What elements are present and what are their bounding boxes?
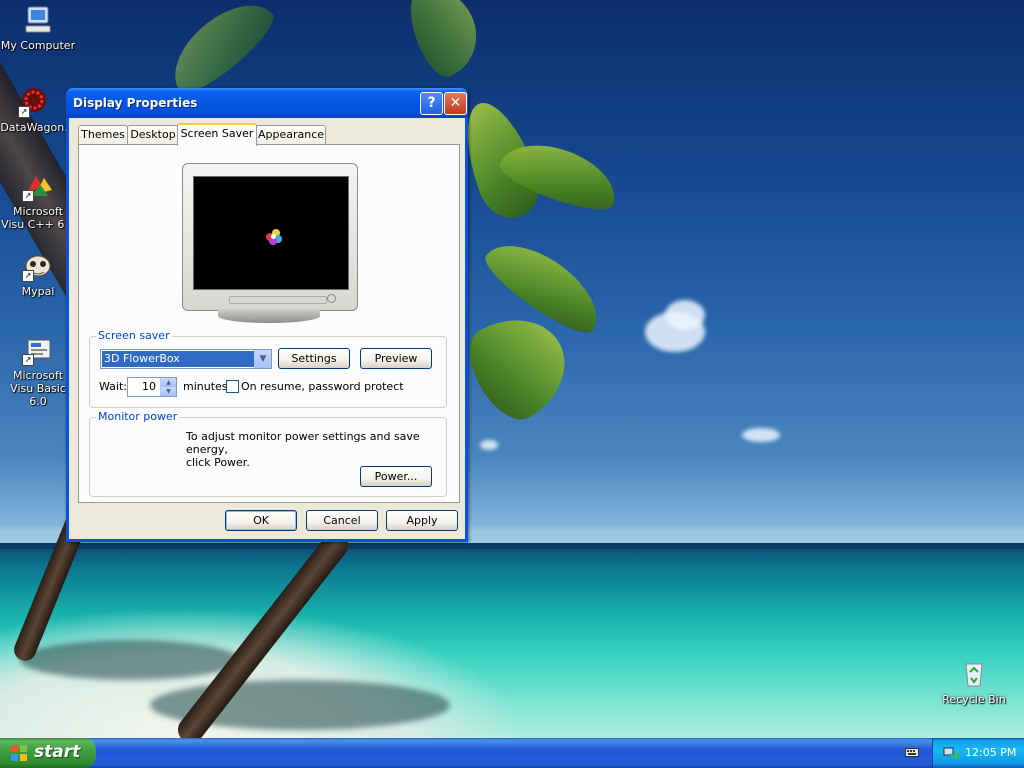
cloud: [665, 300, 705, 330]
shortcut-arrow-icon: ↗: [22, 190, 34, 202]
datawagon-icon: ↗: [18, 86, 50, 118]
screen-saver-group: Screen saver 3D FlowerBox ▼ Settings Pre…: [89, 329, 447, 408]
my-computer-icon: [22, 4, 54, 36]
spin-up-icon[interactable]: ▲: [160, 378, 176, 387]
monitor-power-group-label: Monitor power: [96, 410, 180, 423]
network-icon[interactable]: [943, 745, 959, 761]
mypal-icon: ↗: [22, 250, 54, 282]
dialog-title: Display Properties: [73, 96, 198, 110]
screen-saver-panel: Screen saver 3D FlowerBox ▼ Settings Pre…: [78, 144, 460, 503]
visual-basic-icon: ↗: [22, 334, 54, 366]
desktop-icon-mypal[interactable]: ↗ Mypal: [0, 250, 76, 298]
tab-desktop[interactable]: Desktop: [127, 125, 179, 144]
help-icon: ?: [427, 95, 436, 111]
monitor-screen: [193, 176, 349, 290]
power-led-icon: [327, 294, 336, 303]
cancel-button[interactable]: Cancel: [306, 510, 378, 531]
close-button[interactable]: ✕: [444, 92, 467, 115]
tab-appearance[interactable]: Appearance: [256, 125, 326, 144]
visual-cpp-icon: ↗: [22, 170, 54, 202]
shortcut-arrow-icon: ↗: [22, 270, 34, 282]
shortcut-arrow-icon: ↗: [18, 106, 30, 118]
display-properties-dialog: Display Properties ? ✕ Themes Desktop Sc…: [66, 88, 468, 542]
desktop-icon-my-computer[interactable]: My Computer: [0, 4, 76, 52]
monitor-power-description: To adjust monitor power settings and sav…: [186, 430, 446, 469]
apply-button[interactable]: Apply: [386, 510, 458, 531]
desktop-icon-label: Microsoft Visu C++ 6.0: [1, 205, 75, 231]
power-button[interactable]: Power...: [360, 466, 432, 487]
monitor-vent: [229, 296, 327, 304]
desktop-icon-label: Recycle Bin: [942, 693, 1006, 706]
chevron-down-icon[interactable]: ▼: [254, 350, 271, 368]
wait-spinner[interactable]: 10 ▲ ▼: [127, 377, 177, 397]
windows-flag-icon: [11, 745, 28, 762]
horizon: [0, 543, 1024, 549]
close-icon: ✕: [449, 95, 462, 111]
help-button[interactable]: ?: [420, 92, 443, 115]
desktop-icon-label: Microsoft Visu Basic 6.0: [10, 369, 66, 408]
palm-frond: [401, 0, 489, 83]
system-tray: 12:05 PM: [932, 738, 1024, 768]
screen-saver-selected-value: 3D FlowerBox: [102, 351, 254, 367]
taskbar: start 12:05 PM: [0, 738, 1024, 768]
monitor-power-group: Monitor power To adjust monitor power se…: [89, 410, 447, 497]
monitor-bezel: [182, 163, 358, 311]
password-protect-label[interactable]: On resume, password protect: [241, 380, 404, 393]
monitor-preview: [182, 163, 358, 323]
monitor-power-text-line1: To adjust monitor power settings and sav…: [186, 430, 420, 456]
settings-button[interactable]: Settings: [278, 348, 350, 369]
recycle-bin-icon: [958, 658, 990, 690]
keyboard-icon[interactable]: [905, 746, 919, 758]
desktop-icon-visual-cpp[interactable]: ↗ Microsoft Visu C++ 6.0: [0, 170, 76, 231]
monitor-stand: [218, 309, 320, 323]
dialog-titlebar[interactable]: Display Properties ? ✕: [66, 88, 468, 118]
wait-value[interactable]: 10: [142, 380, 156, 393]
password-protect-checkbox[interactable]: [226, 380, 239, 393]
desktop-icon-recycle-bin[interactable]: Recycle Bin: [936, 658, 1012, 706]
desktop-icon-label: Mypal: [21, 285, 55, 298]
preview-button[interactable]: Preview: [360, 348, 432, 369]
clock[interactable]: 12:05 PM: [965, 746, 1016, 759]
tab-themes[interactable]: Themes: [78, 125, 128, 144]
desktop-icon-datawagon[interactable]: ↗ DataWagon.: [0, 86, 72, 134]
ok-button[interactable]: OK: [225, 510, 297, 531]
flowerbox-icon: [266, 229, 282, 245]
tab-screen-saver[interactable]: Screen Saver: [177, 123, 257, 146]
start-label: start: [34, 742, 81, 762]
dialog-client-area: Themes Desktop Screen Saver Appearance S…: [69, 118, 465, 539]
desktop-icon-label: DataWagon.: [0, 121, 68, 134]
cloud: [742, 428, 780, 442]
desktop-icon-label: My Computer: [0, 39, 76, 52]
wait-label: Wait:: [99, 380, 127, 393]
minutes-label: minutes: [183, 380, 228, 393]
screen-saver-group-label: Screen saver: [96, 329, 172, 342]
screen-saver-select[interactable]: 3D FlowerBox ▼: [100, 349, 272, 369]
shortcut-arrow-icon: ↗: [22, 354, 34, 366]
cloud: [480, 440, 498, 450]
desktop-icon-visual-basic[interactable]: ↗ Microsoft Visu Basic 6.0: [0, 334, 76, 408]
spin-down-icon[interactable]: ▼: [160, 387, 176, 396]
start-button[interactable]: start: [0, 738, 96, 768]
palm-shadow: [20, 640, 240, 680]
